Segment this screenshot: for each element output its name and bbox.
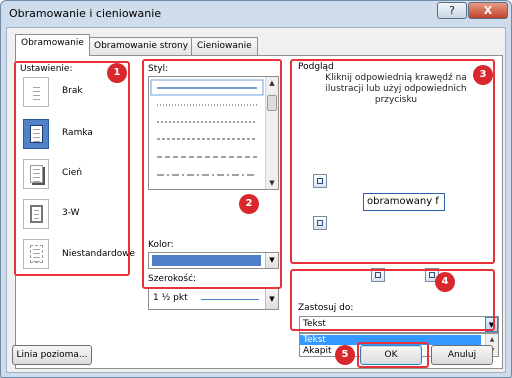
window-title: Obramowanie i cieniowanie (9, 7, 162, 20)
cancel-button[interactable]: Anuluj (431, 345, 493, 365)
annotation-marker-2: 2 (239, 194, 259, 214)
annotation-marker-3: 3 (473, 65, 493, 85)
annotation-box-preview (290, 59, 495, 264)
annotation-box-setting (14, 61, 130, 276)
title-bar: Obramowanie i cieniowanie ? X (1, 1, 511, 27)
tab-borders[interactable]: Obramowanie (15, 34, 90, 56)
annotation-marker-1: 1 (107, 63, 127, 83)
help-button[interactable]: ? (437, 2, 467, 19)
width-line-sample (201, 299, 259, 300)
dialog-window: Obramowanie i cieniowanie ? X Obramowani… (0, 0, 512, 378)
width-value: 1 ½ pkt (153, 293, 188, 303)
annotation-marker-5: 5 (335, 345, 355, 365)
width-dropdown[interactable]: 1 ½ pkt ▼ (148, 288, 279, 310)
tab-page-border[interactable]: Obramowanie strony (88, 37, 195, 55)
annotation-box-ok (357, 342, 429, 368)
annotation-box-style (142, 59, 282, 289)
annotation-marker-4: 4 (435, 272, 455, 292)
chevron-down-icon[interactable]: ▼ (265, 289, 278, 309)
close-button[interactable]: X (468, 2, 508, 19)
tab-shading[interactable]: Cieniowanie (191, 37, 258, 55)
annotation-box-apply (290, 269, 495, 331)
horizontal-line-button[interactable]: Linia pozioma... (12, 345, 92, 365)
